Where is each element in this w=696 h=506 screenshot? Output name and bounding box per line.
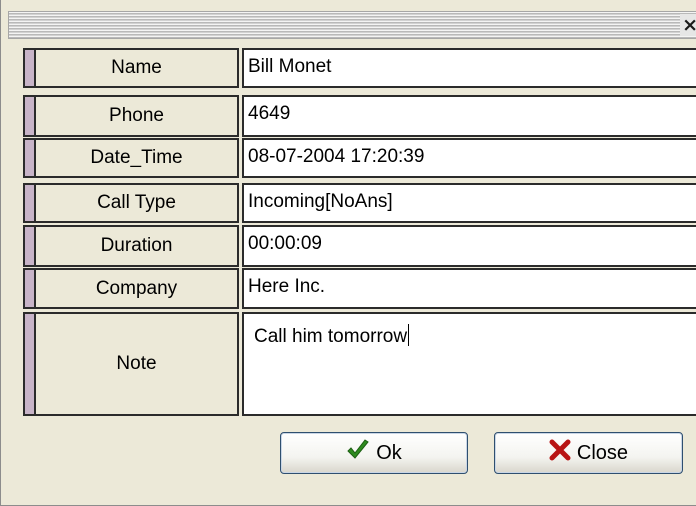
- field-row-company: Company Here Inc.: [23, 268, 696, 309]
- company-label: Company: [36, 268, 239, 309]
- row-marker: [23, 48, 36, 88]
- red-x-icon: [549, 439, 577, 467]
- row-marker: [23, 312, 36, 416]
- field-row-call-type: Call Type Incoming[NoAns]: [23, 183, 696, 223]
- date-time-field[interactable]: 08-07-2004 17:20:39: [242, 138, 696, 178]
- close-icon[interactable]: ×: [680, 14, 696, 36]
- field-row-phone: Phone 4649: [23, 95, 696, 137]
- note-text: Call him tomorrow: [254, 326, 408, 347]
- name-label: Name: [36, 48, 239, 88]
- call-type-field[interactable]: Incoming[NoAns]: [242, 183, 696, 223]
- ok-button-label: Ok: [376, 441, 402, 464]
- row-marker: [23, 183, 36, 223]
- call-record-dialog: × Name Bill Monet Phone 4649 Date_Time 0…: [0, 0, 696, 506]
- ok-button[interactable]: Ok: [280, 432, 468, 474]
- duration-label: Duration: [36, 225, 239, 267]
- name-field[interactable]: Bill Monet: [242, 48, 696, 88]
- row-marker: [23, 95, 36, 137]
- field-row-note: Note Call him tomorrow: [23, 312, 696, 416]
- text-caret: [408, 324, 410, 346]
- row-marker: [23, 225, 36, 267]
- field-row-duration: Duration 00:00:09: [23, 225, 696, 267]
- date-time-label: Date_Time: [36, 138, 239, 178]
- call-type-label: Call Type: [36, 183, 239, 223]
- field-row-name: Name Bill Monet: [23, 48, 696, 88]
- checkmark-icon: [346, 439, 376, 467]
- row-marker: [23, 268, 36, 309]
- close-button-label: Close: [576, 441, 629, 464]
- phone-field[interactable]: 4649: [242, 95, 696, 137]
- phone-label: Phone: [36, 95, 239, 137]
- row-marker: [23, 138, 36, 178]
- title-bar[interactable]: ×: [8, 11, 696, 39]
- duration-field[interactable]: 00:00:09: [242, 225, 696, 267]
- note-textarea[interactable]: Call him tomorrow: [242, 312, 696, 416]
- field-row-date-time: Date_Time 08-07-2004 17:20:39: [23, 138, 696, 178]
- note-label: Note: [36, 312, 239, 416]
- company-field[interactable]: Here Inc.: [242, 268, 696, 309]
- close-button[interactable]: Close: [494, 432, 683, 474]
